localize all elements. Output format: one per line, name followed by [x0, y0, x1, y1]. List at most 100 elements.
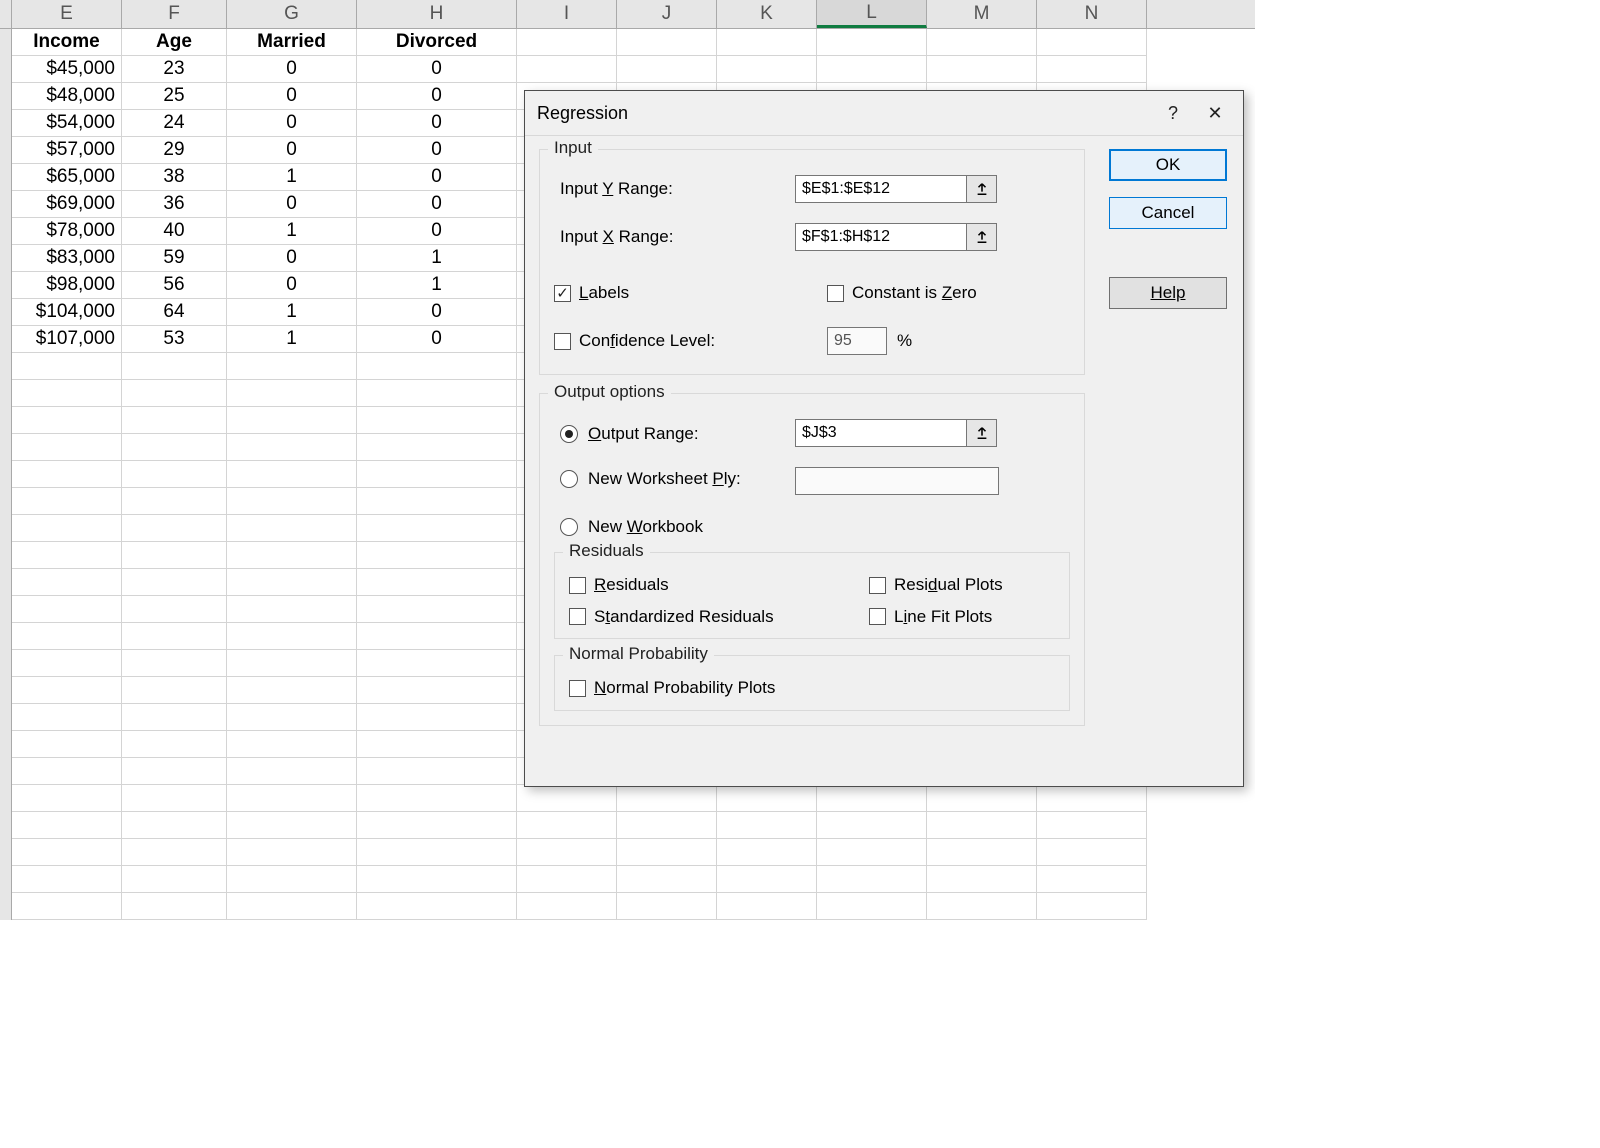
cell[interactable] — [357, 488, 517, 515]
cell[interactable] — [227, 515, 357, 542]
output-range-radio[interactable]: Output Range: — [560, 424, 699, 444]
cell[interactable] — [122, 542, 227, 569]
cell[interactable] — [122, 839, 227, 866]
cell[interactable]: $65,000 — [12, 164, 122, 191]
cell[interactable] — [717, 56, 817, 83]
cell[interactable] — [717, 812, 817, 839]
cell[interactable]: 0 — [227, 83, 357, 110]
cell[interactable] — [12, 623, 122, 650]
cell[interactable] — [12, 407, 122, 434]
cell[interactable] — [12, 839, 122, 866]
cell[interactable] — [12, 677, 122, 704]
cell[interactable] — [12, 866, 122, 893]
cell[interactable] — [617, 866, 717, 893]
cell[interactable] — [517, 866, 617, 893]
cell[interactable] — [1037, 893, 1147, 920]
cell[interactable] — [12, 461, 122, 488]
cell[interactable]: 36 — [122, 191, 227, 218]
cell[interactable] — [227, 704, 357, 731]
cell[interactable]: 40 — [122, 218, 227, 245]
cell[interactable] — [12, 434, 122, 461]
cell[interactable] — [357, 893, 517, 920]
cell[interactable] — [357, 380, 517, 407]
cell[interactable] — [227, 893, 357, 920]
cell[interactable] — [227, 650, 357, 677]
cell[interactable] — [122, 893, 227, 920]
cell[interactable] — [227, 758, 357, 785]
cell[interactable] — [357, 758, 517, 785]
cell[interactable]: 0 — [357, 299, 517, 326]
labels-checkbox[interactable]: Labels — [554, 283, 789, 303]
cell[interactable] — [12, 515, 122, 542]
cell[interactable]: 0 — [357, 56, 517, 83]
cell[interactable]: $69,000 — [12, 191, 122, 218]
cell[interactable] — [817, 812, 927, 839]
cell[interactable]: 1 — [227, 218, 357, 245]
col-header-H[interactable]: H — [357, 0, 517, 28]
dialog-help-button[interactable]: ? — [1157, 97, 1189, 129]
cell[interactable] — [357, 515, 517, 542]
normal-prob-plots-checkbox[interactable]: Normal Probability Plots — [569, 678, 775, 698]
cell[interactable]: 0 — [227, 110, 357, 137]
cell[interactable] — [357, 623, 517, 650]
residual-plots-checkbox[interactable]: Residual Plots — [869, 575, 1003, 595]
cell[interactable]: $57,000 — [12, 137, 122, 164]
cell[interactable] — [227, 380, 357, 407]
cell[interactable] — [617, 812, 717, 839]
cell[interactable]: 0 — [227, 245, 357, 272]
cell[interactable]: 64 — [122, 299, 227, 326]
cell[interactable] — [357, 785, 517, 812]
cell[interactable]: 0 — [227, 137, 357, 164]
cell[interactable]: 0 — [357, 137, 517, 164]
cell[interactable] — [12, 758, 122, 785]
cell[interactable] — [227, 839, 357, 866]
new-worksheet-radio[interactable]: New Worksheet Ply: — [560, 469, 741, 489]
cell[interactable] — [12, 812, 122, 839]
cell[interactable] — [122, 704, 227, 731]
cell[interactable]: 25 — [122, 83, 227, 110]
cell[interactable]: 1 — [227, 164, 357, 191]
table-header-cell[interactable] — [517, 29, 617, 56]
cell[interactable] — [122, 569, 227, 596]
cell[interactable]: 0 — [357, 110, 517, 137]
std-residuals-checkbox[interactable]: Standardized Residuals — [569, 607, 774, 627]
cell[interactable] — [357, 731, 517, 758]
cell[interactable]: 24 — [122, 110, 227, 137]
table-header-cell[interactable] — [717, 29, 817, 56]
cell[interactable] — [122, 407, 227, 434]
output-range-picker-icon[interactable] — [967, 419, 997, 447]
cell[interactable] — [122, 677, 227, 704]
cell[interactable] — [12, 731, 122, 758]
confidence-level-checkbox[interactable]: Confidence Level: — [554, 331, 789, 351]
table-header-cell[interactable] — [1037, 29, 1147, 56]
cell[interactable] — [227, 569, 357, 596]
cancel-button[interactable]: Cancel — [1109, 197, 1227, 229]
cell[interactable] — [357, 461, 517, 488]
table-header-cell[interactable]: Married — [227, 29, 357, 56]
table-header-cell[interactable]: Income — [12, 29, 122, 56]
cell[interactable] — [227, 623, 357, 650]
input-x-range[interactable] — [795, 223, 967, 251]
cell[interactable]: 29 — [122, 137, 227, 164]
col-header-K[interactable]: K — [717, 0, 817, 28]
output-range-input[interactable] — [795, 419, 967, 447]
col-header-J[interactable]: J — [617, 0, 717, 28]
cell[interactable] — [122, 461, 227, 488]
col-header-E[interactable]: E — [12, 0, 122, 28]
cell[interactable]: $107,000 — [12, 326, 122, 353]
cell[interactable] — [122, 812, 227, 839]
cell[interactable] — [12, 893, 122, 920]
cell[interactable] — [357, 407, 517, 434]
new-workbook-radio[interactable]: New Workbook — [560, 517, 703, 537]
cell[interactable] — [927, 866, 1037, 893]
cell[interactable] — [1037, 56, 1147, 83]
cell[interactable] — [517, 812, 617, 839]
cell[interactable] — [12, 785, 122, 812]
cell[interactable] — [227, 812, 357, 839]
col-header-F[interactable]: F — [122, 0, 227, 28]
cell[interactable] — [357, 704, 517, 731]
dialog-titlebar[interactable]: Regression ? ✕ — [525, 91, 1243, 136]
cell[interactable] — [517, 839, 617, 866]
cell[interactable] — [12, 569, 122, 596]
col-header-N[interactable]: N — [1037, 0, 1147, 28]
